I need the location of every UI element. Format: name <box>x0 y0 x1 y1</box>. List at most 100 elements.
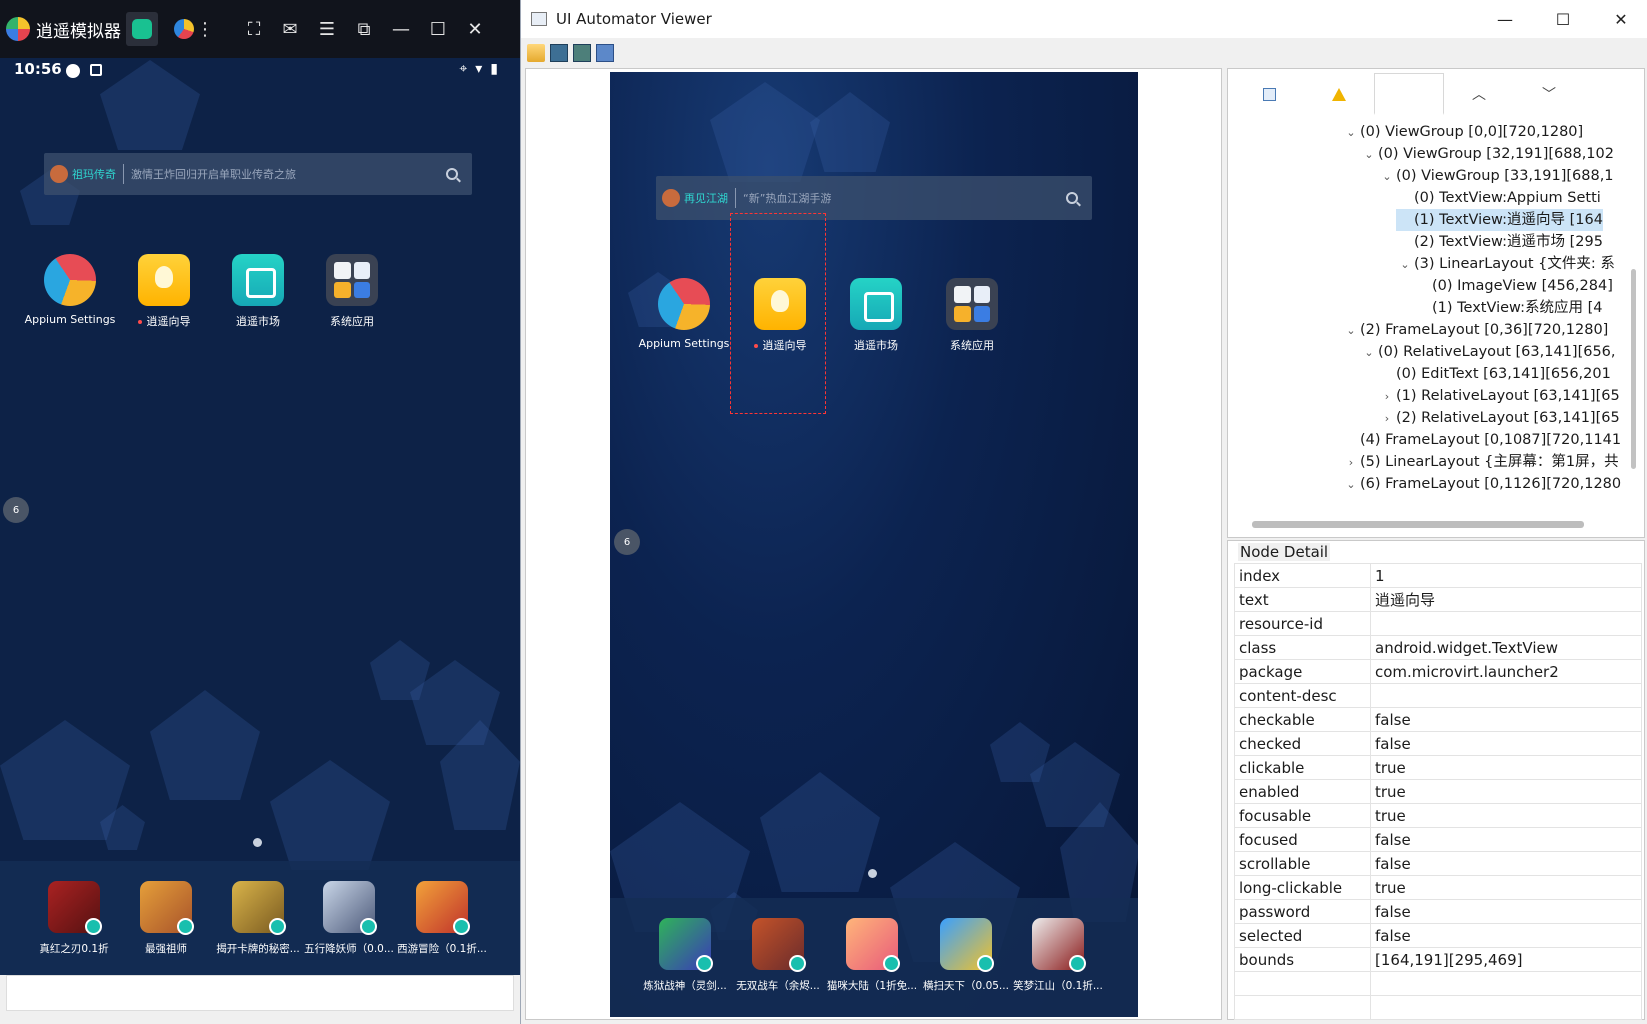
tree-node[interactable]: › (2) RelativeLayout [63,141][65 <box>1378 407 1620 429</box>
screenshot-icon[interactable]: ⛶ <box>241 16 267 42</box>
tree-node[interactable]: (2) TextView:逍遥市场 [295 <box>1396 231 1603 253</box>
device-screenshot-compressed-icon[interactable] <box>573 44 591 62</box>
detail-row[interactable]: text 逍遥向导 <box>1234 587 1642 612</box>
tree-node[interactable]: ⌄ (6) FrameLayout [0,1126][720,1280 <box>1342 473 1621 495</box>
tree-horizontal-scrollbar[interactable] <box>1252 521 1584 528</box>
tree-node[interactable]: › (5) LinearLayout {主屏幕：第1屏，共 <box>1342 451 1619 473</box>
dock-label: 炼狱战神（灵剑... <box>643 980 727 992</box>
chevron-down-icon[interactable]: ⌄ <box>1360 342 1378 364</box>
detail-row[interactable]: enabled true <box>1234 779 1642 804</box>
detail-row[interactable]: password false <box>1234 899 1642 924</box>
maximize-icon[interactable]: ☐ <box>425 16 451 42</box>
chevron-down-icon[interactable]: ⌄ <box>1342 122 1360 144</box>
dock-app[interactable]: 西游冒险（0.1折... <box>396 881 488 956</box>
multi-window-icon[interactable]: ⧉ <box>351 16 377 42</box>
minimize-icon[interactable]: — <box>1476 0 1534 38</box>
minimize-icon[interactable]: — <box>388 16 414 42</box>
float-ball[interactable]: 6 <box>3 497 29 523</box>
device-screenshot[interactable]: 再见江湖 “新”热血江湖手游 Appium Settings 逍遥向导 逍遥市场 <box>610 72 1138 1017</box>
tree-node[interactable]: (1) TextView:逍遥向导 [164 <box>1396 209 1603 231</box>
save-icon[interactable] <box>596 44 614 62</box>
detail-row[interactable]: focused false <box>1234 827 1642 852</box>
dock-app[interactable]: 横扫天下（0.05... <box>918 918 1014 993</box>
close-icon[interactable]: ✕ <box>1592 0 1647 38</box>
tree-node[interactable]: ⌄ (3) LinearLayout {文件夹: 系 <box>1396 253 1614 276</box>
chevron-down-icon[interactable]: ⌄ <box>1396 254 1414 276</box>
detail-row[interactable]: package com.microvirt.launcher2 <box>1234 659 1642 684</box>
chevron-down-icon[interactable]: ⌄ <box>1378 166 1396 188</box>
dock-app[interactable]: 五行降妖师（0.0... <box>304 881 394 956</box>
detail-row[interactable]: checked false <box>1234 731 1642 756</box>
chevron-right-icon[interactable]: › <box>1378 408 1396 430</box>
hamburger-menu-icon[interactable]: ☰ <box>314 16 340 42</box>
detail-value: true <box>1370 779 1642 804</box>
detail-row[interactable]: checkable false <box>1234 707 1642 732</box>
tree-node[interactable]: (0) EditText [63,141][656,201 <box>1378 363 1611 385</box>
tree-node[interactable]: ⌄ (2) FrameLayout [0,36][720,1280] <box>1342 319 1608 341</box>
next-node-button[interactable]: ﹀ <box>1514 73 1584 115</box>
detail-row[interactable]: selected false <box>1234 923 1642 948</box>
expand-all-button[interactable] <box>1234 73 1304 115</box>
tree-node[interactable]: ⌄ (0) RelativeLayout [63,141][656, <box>1360 341 1615 364</box>
tree-node[interactable]: (0) TextView:Appium Setti <box>1396 187 1601 209</box>
app-system[interactable]: 系统应用 <box>924 278 1020 353</box>
chevron-down-icon[interactable]: ⌄ <box>1360 144 1378 166</box>
tree-node[interactable]: ⌄ (0) ViewGroup [32,191][688,102 <box>1360 143 1614 165</box>
open-folder-icon[interactable] <box>527 44 545 62</box>
filter-tab[interactable] <box>1374 73 1444 115</box>
mail-icon[interactable]: ✉ <box>277 16 303 42</box>
search-icon[interactable] <box>446 168 458 180</box>
detail-row[interactable]: scrollable false <box>1234 851 1642 876</box>
app-market[interactable]: 逍遥市场 <box>828 278 924 353</box>
dock-app[interactable]: 笑梦江山（0.1折... <box>1010 918 1106 993</box>
previous-node-button[interactable]: ︿ <box>1444 73 1514 115</box>
detail-row[interactable]: bounds [164,191][295,469] <box>1234 947 1642 972</box>
app-appium-settings[interactable]: Appium Settings <box>636 278 732 350</box>
toggle-nafs-button[interactable] <box>1304 73 1374 115</box>
dock-label: 最强祖师 <box>145 943 187 955</box>
tree-node[interactable]: (0) ImageView [456,284] <box>1414 275 1613 297</box>
tree-node[interactable]: ⌄ (0) ViewGroup [33,191][688,1 <box>1378 165 1613 188</box>
detail-row[interactable]: resource-id <box>1234 611 1642 636</box>
game-icon <box>659 918 713 972</box>
tree-node[interactable]: › (1) RelativeLayout [63,141][65 <box>1378 385 1620 407</box>
search-icon[interactable] <box>1066 192 1078 204</box>
detail-row[interactable]: focusable true <box>1234 803 1642 828</box>
app-appium-settings[interactable]: Appium Settings <box>24 254 116 326</box>
detail-row[interactable]: long-clickable true <box>1234 875 1642 900</box>
detail-row[interactable]: class android.widget.TextView <box>1234 635 1642 660</box>
tree-node-label: (0) ImageView [456,284] <box>1432 278 1613 294</box>
tree-vertical-scrollbar[interactable] <box>1631 269 1636 469</box>
app-label: 逍遥市场 <box>854 339 898 352</box>
detail-value: false <box>1370 899 1642 924</box>
tree-node[interactable]: ⌄ (0) ViewGroup [0,0][720,1280] <box>1342 121 1583 143</box>
chevron-down-icon[interactable]: ⌄ <box>1342 320 1360 342</box>
device-screenshot-icon[interactable] <box>550 44 568 62</box>
dock-app[interactable]: 炼狱战神（灵剑... <box>640 918 730 993</box>
tree-node-label: (1) TextView:系统应用 [4 <box>1432 300 1603 316</box>
search-bar[interactable]: 祖玛传奇 激情王炸回归开启单职业传奇之旅 <box>44 153 472 195</box>
dock-app[interactable]: 最强祖师 <box>126 881 206 956</box>
dock-app[interactable]: 猫咪大陆（1折免... <box>824 918 920 993</box>
search-bar[interactable]: 再见江湖 “新”热血江湖手游 <box>656 176 1092 220</box>
tab-app-a[interactable] <box>126 12 158 46</box>
detail-value: 逍遥向导 <box>1370 587 1642 612</box>
app-market[interactable]: 逍遥市场 <box>212 254 304 329</box>
detail-row[interactable]: index 1 <box>1234 563 1642 588</box>
app-system[interactable]: 系统应用 <box>306 254 398 329</box>
tree-node[interactable]: (1) TextView:系统应用 [4 <box>1414 297 1602 319</box>
chevron-right-icon[interactable]: › <box>1378 386 1396 408</box>
dock-app[interactable]: 揭开卡牌的秘密... <box>210 881 306 956</box>
app-guide[interactable]: 逍遥向导 <box>118 254 210 329</box>
tree-node[interactable]: (4) FrameLayout [0,1087][720,1141 <box>1342 429 1621 451</box>
maximize-icon[interactable]: ☐ <box>1534 0 1592 38</box>
chevron-right-icon[interactable]: › <box>1342 452 1360 474</box>
float-ball[interactable]: 6 <box>614 529 640 555</box>
detail-row[interactable]: content-desc <box>1234 683 1642 708</box>
detail-row[interactable]: clickable true <box>1234 755 1642 780</box>
dock-app[interactable]: 真红之刃0.1折 <box>34 881 114 956</box>
more-menu-icon[interactable]: ⋮ <box>192 16 218 42</box>
chevron-down-icon[interactable]: ⌄ <box>1342 474 1360 496</box>
close-icon[interactable]: ✕ <box>462 16 488 42</box>
dock-app[interactable]: 无双战车（余烬... <box>733 918 823 993</box>
